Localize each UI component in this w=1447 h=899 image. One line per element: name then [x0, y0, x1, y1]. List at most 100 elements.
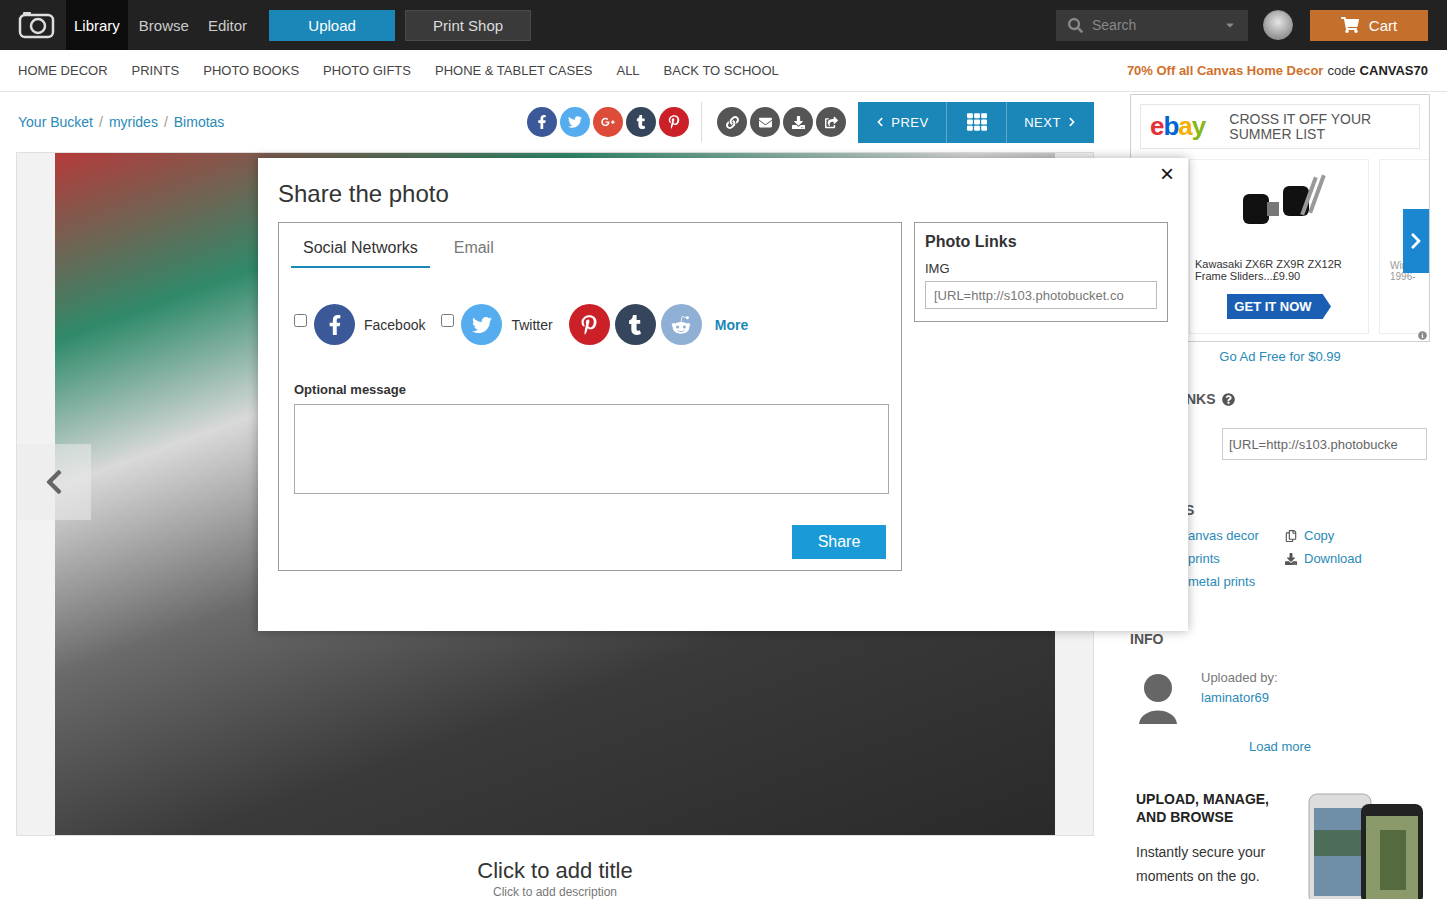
- link-field[interactable]: [URL=http://s103.photobucket.co: [925, 281, 1157, 309]
- network-label[interactable]: Facebook: [364, 317, 425, 333]
- nav-tab[interactable]: Browse: [131, 0, 197, 50]
- network-item: [661, 304, 702, 345]
- network-list: Facebook Twitter More: [279, 304, 901, 345]
- breadcrumb-link[interactable]: Bimotas: [174, 114, 225, 130]
- uploader-link[interactable]: laminator69: [1201, 688, 1278, 708]
- message-input[interactable]: [294, 404, 889, 494]
- share-tab[interactable]: Social Networks: [291, 233, 430, 268]
- category-link[interactable]: PHONE & TABLET CASES: [435, 63, 593, 78]
- app-promo[interactable]: UPLOAD, MANAGE, AND BROWSEInstantly secu…: [1130, 790, 1430, 899]
- chevron-right-icon: [1067, 117, 1077, 127]
- product-link[interactable]: anvas decor: [1188, 524, 1285, 547]
- tool-link[interactable]: Download: [1285, 547, 1415, 570]
- breadcrumb-link[interactable]: myrides: [109, 114, 158, 130]
- link-icon: [726, 116, 739, 129]
- tool-button[interactable]: [717, 107, 747, 137]
- network-button[interactable]: [661, 304, 702, 345]
- photo-description[interactable]: Click to add description: [16, 884, 1094, 899]
- tool-links: CopyDownload: [1285, 524, 1415, 593]
- info-heading: INFO: [1130, 630, 1430, 648]
- share-row: Share: [279, 525, 901, 559]
- photo-actions: PREV NEXT: [524, 102, 1094, 143]
- network-item: Facebook: [294, 304, 425, 345]
- dialog-header: Share the photo×: [258, 158, 1188, 208]
- load-more-link[interactable]: Load more: [1249, 739, 1311, 754]
- network-checkbox[interactable]: [294, 314, 307, 327]
- tool-button[interactable]: [783, 107, 813, 137]
- photo-links-panel: Photo LinksIMG[URL=http://s103.photobuck…: [914, 222, 1168, 322]
- ad-product-title: Kawasaki ZX6R ZX9R ZX12R Frame Sliders..…: [1195, 258, 1363, 282]
- facebook-icon: [535, 115, 549, 129]
- ad-info[interactable]: [1418, 331, 1427, 340]
- next-button[interactable]: NEXT: [1006, 102, 1094, 143]
- breadcrumb-separator: /: [99, 114, 103, 130]
- help-icon[interactable]: [1222, 393, 1235, 406]
- product-links: anvas decorprintsmetal prints: [1188, 524, 1285, 593]
- category-link[interactable]: PHOTO BOOKS: [203, 63, 299, 78]
- network-button[interactable]: [569, 304, 610, 345]
- more-link[interactable]: More: [715, 317, 748, 333]
- link-label: IMG: [925, 261, 1157, 277]
- network-button[interactable]: [314, 304, 355, 345]
- page: LibraryBrowseEditor Upload Print Shop Searc…: [0, 0, 1447, 899]
- tool-button[interactable]: [816, 107, 846, 137]
- message-label: Optional message: [294, 382, 886, 398]
- ad-free-text[interactable]: Go Ad Free for $0.99: [1219, 349, 1340, 364]
- category-link[interactable]: PHOTO GIFTS: [323, 63, 411, 78]
- photo-prev-arrow[interactable]: [17, 444, 91, 520]
- search-dropdown[interactable]: [1224, 19, 1236, 31]
- category-link[interactable]: PRINTS: [132, 63, 180, 78]
- share-tab[interactable]: Email: [442, 233, 506, 268]
- network-button[interactable]: [615, 304, 656, 345]
- network-checkbox[interactable]: [441, 314, 454, 327]
- ad-product[interactable]: Kawasaki ZX6R ZX9R ZX12R Frame Sliders..…: [1189, 159, 1369, 334]
- share-button[interactable]: Share: [792, 525, 886, 559]
- promo-banner[interactable]: 70% Off all Canvas Home DecorcodeCANVAS7…: [1127, 63, 1428, 78]
- link-field[interactable]: [URL=http://s103.photobucke: [1222, 428, 1427, 460]
- pager: PREV NEXT: [858, 102, 1094, 143]
- share-button[interactable]: [527, 107, 557, 137]
- copy-icon: [1285, 530, 1297, 542]
- ad-next-arrow[interactable]: [1403, 209, 1429, 273]
- caret-down-icon: [1224, 19, 1236, 31]
- cart-button[interactable]: Cart: [1310, 10, 1428, 41]
- nav-tab[interactable]: Editor: [200, 0, 255, 50]
- share-button[interactable]: [659, 107, 689, 137]
- upload-button[interactable]: Upload: [269, 10, 395, 41]
- product-link[interactable]: metal prints: [1188, 570, 1285, 593]
- ad-header: ebayCROSS IT OFF YOUR SUMMER LIST: [1140, 104, 1420, 149]
- logo[interactable]: [0, 0, 66, 50]
- google-plus-icon: [601, 115, 615, 129]
- top-bar: LibraryBrowseEditor Upload Print Shop Searc…: [0, 0, 1447, 50]
- breadcrumb-separator: /: [164, 114, 168, 130]
- promo-offer[interactable]: 70% Off all Canvas Home Decor: [1127, 63, 1324, 78]
- camera-logo-icon[interactable]: [18, 11, 55, 39]
- tool-button[interactable]: [750, 107, 780, 137]
- nav-tab[interactable]: Library: [66, 0, 128, 50]
- product-link[interactable]: prints: [1188, 547, 1285, 570]
- user-silhouette-icon[interactable]: [1135, 668, 1181, 726]
- network-button[interactable]: [461, 304, 502, 345]
- prev-button[interactable]: PREV: [858, 102, 946, 143]
- photo-title[interactable]: Click to add title: [16, 858, 1094, 884]
- breadcrumb-link[interactable]: Your Bucket: [18, 114, 93, 130]
- download-icon: [1285, 553, 1297, 565]
- search-box[interactable]: Search: [1056, 10, 1248, 41]
- grid-icon: [967, 112, 987, 132]
- category-link[interactable]: BACK TO SCHOOL: [664, 63, 779, 78]
- print-shop-button[interactable]: Print Shop: [405, 10, 531, 41]
- get-it-button[interactable]: GET IT NOW: [1227, 294, 1331, 319]
- uploaded-by-label: Uploaded by:: [1201, 668, 1278, 688]
- user-avatar[interactable]: [1263, 10, 1293, 40]
- network-item: Twitter: [441, 304, 552, 345]
- tool-link[interactable]: Copy: [1285, 524, 1415, 547]
- category-link[interactable]: HOME DECOR: [18, 63, 108, 78]
- close-button[interactable]: ×: [1156, 160, 1178, 188]
- share-button[interactable]: [626, 107, 656, 137]
- share-button[interactable]: [560, 107, 590, 137]
- category-link[interactable]: ALL: [616, 63, 639, 78]
- share-button[interactable]: [593, 107, 623, 137]
- app-promo-text: UPLOAD, MANAGE, AND BROWSEInstantly secu…: [1136, 790, 1291, 899]
- network-label[interactable]: Twitter: [511, 317, 552, 333]
- grid-button[interactable]: [946, 102, 1006, 143]
